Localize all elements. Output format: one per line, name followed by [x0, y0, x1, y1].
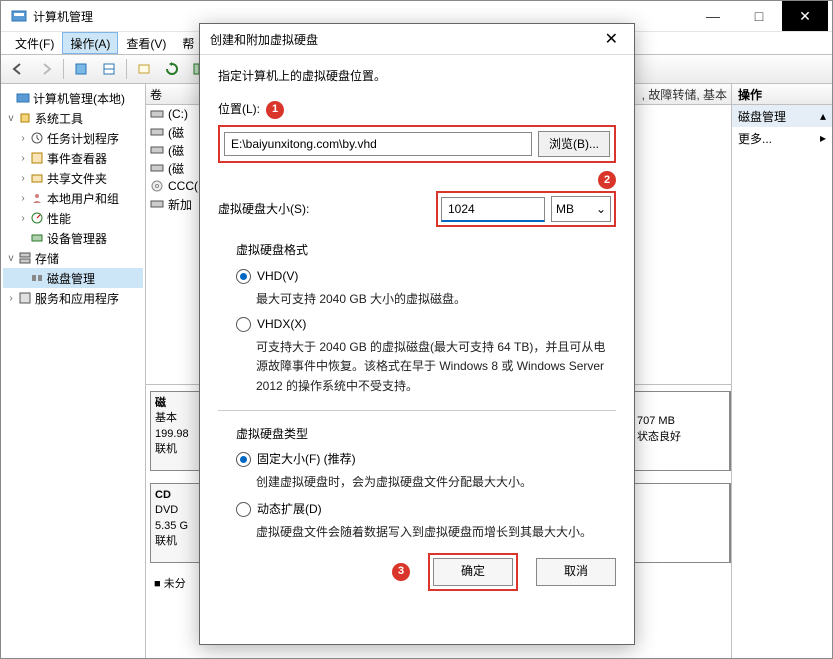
dynamic-desc: 虚拟硬盘文件会随着数据写入到虚拟硬盘而增长到其最大大小。 [256, 523, 616, 542]
size-group: MB ⌄ [436, 191, 616, 227]
actions-panel: 操作 磁盘管理 ▴ 更多... ▸ [732, 84, 832, 659]
type-group-title: 虚拟硬盘类型 [236, 425, 616, 444]
ok-highlight: 确定 [428, 553, 518, 591]
maximize-button[interactable]: □ [736, 1, 782, 31]
close-button[interactable]: ✕ [782, 1, 828, 31]
back-button[interactable] [5, 57, 31, 81]
main-window: 计算机管理 — □ ✕ 文件(F) 操作(A) 查看(V) 帮 ? 计算机管理(… [0, 0, 833, 659]
action-disk-mgmt[interactable]: 磁盘管理 ▴ [732, 105, 832, 127]
tree-system-tools[interactable]: v系统工具 [3, 108, 143, 128]
ok-button[interactable]: 确定 [433, 558, 513, 586]
location-label: 位置(L): [218, 100, 260, 119]
window-title: 计算机管理 [33, 8, 690, 25]
refresh-icon[interactable] [159, 57, 185, 81]
annotation-marker-1: 1 [266, 101, 284, 119]
tree-services-apps[interactable]: ›服务和应用程序 [3, 288, 143, 308]
dialog-titlebar: 创建和附加虚拟硬盘 ✕ [200, 24, 634, 55]
tool-icon[interactable] [131, 57, 157, 81]
radio-dynamic[interactable]: 动态扩展(D) [236, 500, 616, 519]
create-vhd-dialog: 创建和附加虚拟硬盘 ✕ 指定计算机上的虚拟硬盘位置。 位置(L): 1 浏览(B… [199, 23, 635, 645]
chevron-down-icon: ⌄ [596, 200, 606, 219]
drive-icon [150, 161, 164, 175]
tree-performance[interactable]: ›性能 [3, 208, 143, 228]
nav-tree: 计算机管理(本地) v系统工具 ›任务计划程序 ›事件查看器 ›共享文件夹 ›本… [1, 84, 146, 659]
action-more[interactable]: 更多... ▸ [732, 127, 832, 149]
tool-icon[interactable] [68, 57, 94, 81]
dialog-close-button[interactable]: ✕ [599, 29, 624, 49]
collapse-icon: ▴ [820, 109, 826, 123]
drive-icon [150, 125, 164, 139]
vhd-desc: 最大可支持 2040 GB 大小的虚拟磁盘。 [256, 290, 616, 309]
tree-event-viewer[interactable]: ›事件查看器 [3, 148, 143, 168]
radio-vhdx[interactable]: VHDX(X) [236, 315, 616, 334]
size-unit-select[interactable]: MB ⌄ [551, 196, 611, 222]
menu-file[interactable]: 文件(F) [7, 32, 62, 54]
annotation-marker-3: 3 [392, 563, 410, 581]
location-input[interactable] [224, 132, 532, 156]
vhdx-desc: 可支持大于 2040 GB 的虚拟磁盘(最大可支持 64 TB)，并且可从电源故… [256, 338, 616, 396]
radio-dot-icon [236, 269, 251, 284]
radio-dot-icon [236, 317, 251, 332]
radio-vhd[interactable]: VHD(V) [236, 267, 616, 286]
format-group-title: 虚拟硬盘格式 [236, 241, 616, 260]
cancel-button[interactable]: 取消 [536, 558, 616, 586]
actions-header: 操作 [732, 84, 832, 105]
tree-storage[interactable]: v存储 [3, 248, 143, 268]
location-group: 浏览(B)... [218, 125, 616, 163]
size-input[interactable] [441, 197, 545, 222]
tool-icon[interactable] [96, 57, 122, 81]
forward-button[interactable] [33, 57, 59, 81]
tree-local-users[interactable]: ›本地用户和组 [3, 188, 143, 208]
app-icon [11, 8, 27, 24]
dialog-intro: 指定计算机上的虚拟硬盘位置。 [218, 67, 616, 86]
drive-icon [150, 107, 164, 121]
tree-disk-management[interactable]: 磁盘管理 [3, 268, 143, 288]
radio-dot-icon [236, 502, 251, 517]
partition[interactable]: 707 MB状态良好 [627, 392, 730, 470]
more-arrow-icon: ▸ [820, 131, 826, 145]
fixed-desc: 创建虚拟硬盘时，会为虚拟硬盘文件分配最大大小。 [256, 473, 616, 492]
drive-icon [150, 143, 164, 157]
radio-dot-icon [236, 452, 251, 467]
minimize-button[interactable]: — [690, 1, 736, 31]
tree-root[interactable]: 计算机管理(本地) [3, 88, 143, 108]
annotation-marker-2: 2 [598, 171, 616, 189]
cd-icon [150, 179, 164, 193]
menu-action[interactable]: 操作(A) [62, 32, 118, 54]
tree-device-manager[interactable]: 设备管理器 [3, 228, 143, 248]
tree-task-scheduler[interactable]: ›任务计划程序 [3, 128, 143, 148]
radio-fixed[interactable]: 固定大小(F) (推荐) [236, 450, 616, 469]
dialog-title: 创建和附加虚拟硬盘 [210, 31, 318, 48]
tree-shared-folders[interactable]: ›共享文件夹 [3, 168, 143, 188]
drive-icon [150, 197, 164, 211]
browse-button[interactable]: 浏览(B)... [538, 131, 610, 157]
size-label: 虚拟硬盘大小(S): [218, 200, 309, 219]
menu-view[interactable]: 查看(V) [118, 32, 174, 54]
